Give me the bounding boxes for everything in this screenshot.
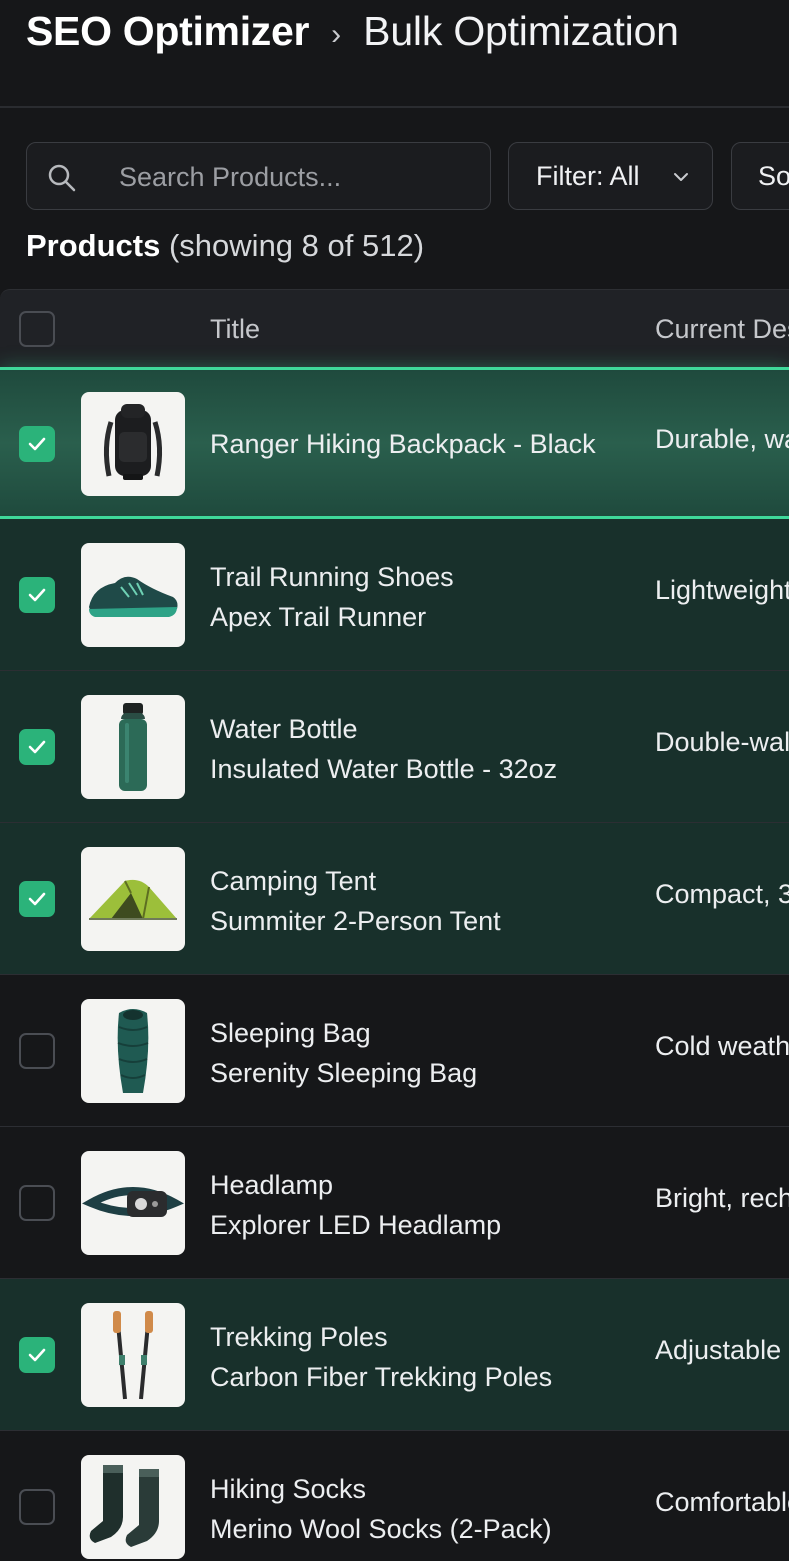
product-title: Headlamp Explorer LED Headlamp [210,1165,501,1245]
filter-label: Filter: All [536,160,640,191]
product-table: Ranger Hiking Backpack - Black Durable, … [0,367,789,1561]
products-label: Products [26,228,161,263]
row-checkbox[interactable] [19,1337,55,1373]
backpack-icon [81,392,185,496]
search-icon [48,164,76,192]
check-icon [28,588,46,602]
product-category: Headlamp [210,1170,334,1200]
row-checkbox[interactable] [19,426,55,462]
table-header: Title Current Description [0,289,789,367]
product-description: Adjustable [655,1335,782,1365]
product-description: Lightweight [655,575,789,605]
check-icon [28,1348,46,1362]
product-name: Merino Wool Socks (2-Pack) [210,1514,552,1544]
bottle-icon [81,695,185,799]
product-description: Comfortable [655,1487,789,1517]
product-title: Water Bottle Insulated Water Bottle - 32… [210,709,557,789]
products-count: Products (showing 8 of 512) [26,228,424,264]
product-name: Ranger Hiking Backpack - Black [210,429,596,459]
breadcrumb: SEO Optimizer › Bulk Optimization [0,0,789,108]
socks-icon [81,1455,185,1559]
check-icon [28,437,46,451]
chevron-down-icon [674,173,688,181]
table-row[interactable]: Trekking Poles Carbon Fiber Trekking Pol… [0,1279,789,1431]
product-description: Bright, rechargeable [655,1183,789,1213]
product-title: Ranger Hiking Backpack - Black [210,424,596,464]
product-name: Explorer LED Headlamp [210,1210,502,1240]
shoe-icon [81,543,185,647]
product-category: Trekking Poles [210,1322,388,1352]
breadcrumb-root[interactable]: SEO Optimizer [26,8,309,55]
tent-icon [81,847,185,951]
check-icon [28,740,46,754]
product-category: Trail Running Shoes [210,562,454,592]
sort-label: Sort [758,161,789,191]
table-row[interactable]: Water Bottle Insulated Water Bottle - 32… [0,671,789,823]
product-title: Hiking Socks Merino Wool Socks (2-Pack) [210,1469,552,1549]
filter-dropdown[interactable]: Filter: All [508,142,713,210]
product-name: Summiter 2-Person Tent [210,906,501,936]
toolbar: Filter: All Sort [0,142,789,210]
product-name: Serenity Sleeping Bag [210,1058,478,1088]
table-row[interactable]: Headlamp Explorer LED Headlamp Bright, r… [0,1127,789,1279]
check-icon [28,892,46,906]
headlamp-icon [81,1151,185,1255]
product-category: Hiking Socks [210,1474,367,1504]
page-title: Bulk Optimization [363,8,679,54]
product-category: Water Bottle [210,714,358,744]
row-checkbox[interactable] [19,881,55,917]
row-checkbox[interactable] [19,1033,55,1069]
row-checkbox[interactable] [19,1185,55,1221]
product-title: Camping Tent Summiter 2-Person Tent [210,861,501,941]
sort-dropdown[interactable]: Sort [731,142,789,210]
product-category: Sleeping Bag [210,1018,371,1048]
trekking-poles-icon [81,1303,185,1407]
table-row[interactable]: Hiking Socks Merino Wool Socks (2-Pack) … [0,1431,789,1561]
products-count-text: (showing 8 of 512) [168,228,425,263]
product-category: Camping Tent [210,866,377,896]
product-description: Durable, water-resistant [655,424,789,454]
table-row[interactable]: Trail Running Shoes Apex Trail Runner Li… [0,519,789,671]
row-checkbox[interactable] [19,729,55,765]
product-description: Double-wall [655,727,789,757]
product-name: Carbon Fiber Trekking Poles [210,1362,553,1392]
product-name: Apex Trail Runner [210,602,427,632]
select-all-checkbox[interactable] [19,311,55,347]
table-row[interactable]: Sleeping Bag Serenity Sleeping Bag Cold … [0,975,789,1127]
column-header-title[interactable]: Title [210,314,260,345]
product-title: Trail Running Shoes Apex Trail Runner [210,557,454,637]
sleeping-bag-icon [81,999,185,1103]
search-input[interactable] [119,155,479,199]
column-header-description[interactable]: Current Description [655,314,789,345]
product-title: Sleeping Bag Serenity Sleeping Bag [210,1013,477,1093]
product-description: Cold weather [655,1031,789,1061]
product-description: Compact, 3 [655,879,789,909]
row-checkbox[interactable] [19,577,55,613]
search-box[interactable] [26,142,491,210]
table-row[interactable]: Camping Tent Summiter 2-Person Tent Comp… [0,823,789,975]
row-checkbox[interactable] [19,1489,55,1525]
table-row[interactable]: Ranger Hiking Backpack - Black Durable, … [0,367,789,519]
breadcrumb-separator: › [331,18,342,51]
product-name: Insulated Water Bottle - 32oz [210,754,558,784]
product-title: Trekking Poles Carbon Fiber Trekking Pol… [210,1317,552,1397]
